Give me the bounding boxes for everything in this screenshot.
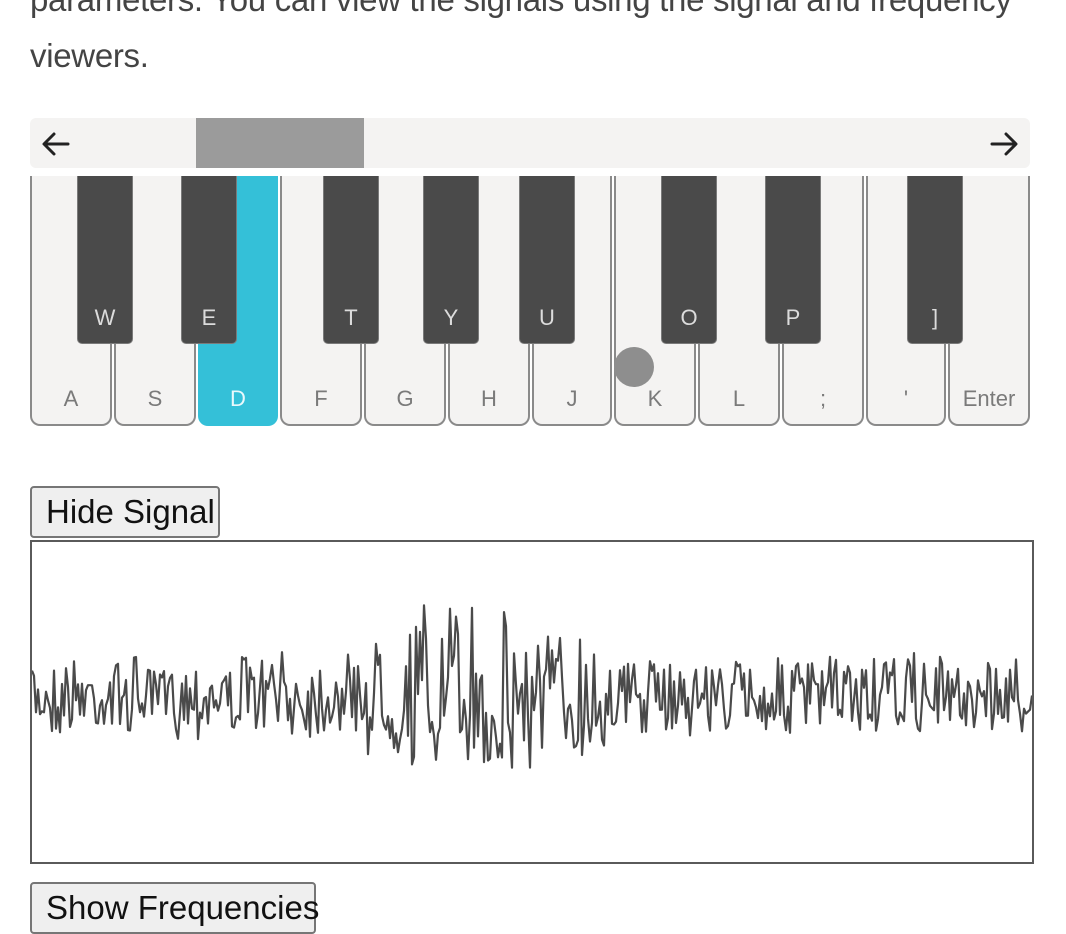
black-key-y[interactable]: Y <box>423 176 479 344</box>
key-label: ] <box>931 305 939 330</box>
hide-signal-button[interactable]: Hide Signal <box>30 486 220 538</box>
black-key-e[interactable]: E <box>181 176 237 344</box>
show-frequencies-button[interactable]: Show Frequencies <box>30 882 319 934</box>
key-label: S <box>147 386 163 411</box>
key-label: E <box>201 305 217 330</box>
intro-line-2: viewers. <box>30 37 149 74</box>
scrollbar-thumb[interactable] <box>196 118 364 168</box>
key-label: D <box>230 386 246 411</box>
key-label: ; <box>819 386 827 411</box>
key-label: G <box>396 386 414 411</box>
key-label: P <box>785 305 801 330</box>
signal-viewer <box>30 540 1034 864</box>
arrow-left-icon[interactable] <box>40 128 72 160</box>
key-label: O <box>680 305 698 330</box>
piano-keyboard: A S D F G H J K L ; ' Enter W E T Y U O … <box>30 176 1030 428</box>
key-label: ' <box>903 386 909 411</box>
intro-text: parameters. You can view the signals usi… <box>30 0 1040 84</box>
key-label: K <box>647 386 663 411</box>
black-key-o[interactable]: O <box>661 176 717 344</box>
key-label: A <box>63 386 79 411</box>
pointer-cursor <box>614 347 654 387</box>
arrow-right-icon[interactable] <box>988 128 1020 160</box>
key-label: F <box>314 386 328 411</box>
signal-trace <box>32 604 1032 769</box>
key-label: U <box>539 305 555 330</box>
intro-line-1: parameters. You can view the signals usi… <box>30 0 1040 28</box>
key-label: H <box>481 386 497 411</box>
black-key-p[interactable]: P <box>765 176 821 344</box>
signal-waveform <box>32 604 1032 769</box>
key-label: W <box>94 305 116 330</box>
key-label: J <box>566 386 578 411</box>
keyboard-scrollbar[interactable] <box>30 118 1030 168</box>
black-key-u[interactable]: U <box>519 176 575 344</box>
key-label: T <box>344 305 358 330</box>
black-key-w[interactable]: W <box>77 176 133 344</box>
black-key-t[interactable]: T <box>323 176 379 344</box>
key-label: Y <box>443 305 459 330</box>
key-label: Enter <box>962 386 1016 411</box>
key-label: L <box>732 386 746 411</box>
black-key-bracket[interactable]: ] <box>907 176 963 344</box>
